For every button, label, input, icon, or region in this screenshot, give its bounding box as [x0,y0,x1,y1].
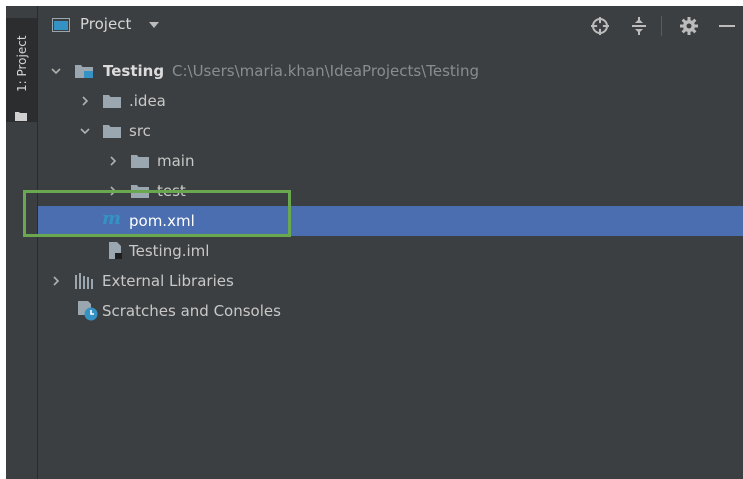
tree-row-main[interactable]: main [38,146,743,176]
gear-icon[interactable] [679,16,699,36]
tree-label-src: src [129,122,151,140]
iml-file-icon [109,242,122,259]
chevron-right-icon[interactable] [107,185,119,197]
tree-label-scratches: Scratches and Consoles [102,302,281,320]
tree-row-pom[interactable]: m pom.xml [38,206,743,236]
tree-row-external-libraries[interactable]: External Libraries [38,266,743,296]
scratches-icon [78,301,98,321]
tree-label-main: main [157,152,195,170]
maven-icon: m [102,208,122,229]
chevron-down-icon[interactable] [50,65,62,77]
locate-icon[interactable] [590,16,610,36]
tree-root-path: C:\Users\maria.khan\IdeaProjects\Testing [172,62,479,80]
header-separator [661,16,662,36]
tree-row-src[interactable]: src [38,116,743,146]
libraries-icon [75,273,93,289]
tree-row-scratches[interactable]: Scratches and Consoles [38,296,743,326]
tree-row-idea[interactable]: .idea [38,86,743,116]
folder-icon [103,125,121,138]
chevron-down-icon[interactable] [79,125,91,137]
tree-row-root[interactable]: Testing C:\Users\maria.khan\IdeaProjects… [38,56,743,86]
caret-down-icon[interactable] [149,22,159,28]
ide-window: 1: Project Project Testing C:\Users\mari… [6,6,743,479]
project-tool-tab[interactable]: 1: Project [6,18,37,122]
folder-icon [131,155,149,168]
tree-label-test: test [157,182,186,200]
tree-label-idea: .idea [129,92,166,110]
folder-icon [15,112,27,121]
folder-icon [131,185,149,198]
tool-window-header: Project [38,6,743,44]
tree-label-external-libraries: External Libraries [102,272,234,290]
chevron-right-icon[interactable] [107,155,119,167]
project-window-icon [52,18,70,32]
folder-icon [75,65,93,78]
folder-icon [103,95,121,108]
tree-row-iml[interactable]: Testing.iml [38,236,743,266]
tree-label-iml: Testing.iml [129,242,210,260]
chevron-right-icon[interactable] [79,95,91,107]
tree-label-pom: pom.xml [129,212,195,230]
tree-label-root: Testing [103,62,165,80]
chevron-right-icon[interactable] [50,275,62,287]
tree-row-test[interactable]: test [38,176,743,206]
tool-window-strip: 1: Project [6,6,38,479]
project-tool-tab-label: 1: Project [15,35,29,92]
tool-window-title[interactable]: Project [80,15,131,33]
hide-icon[interactable] [716,16,736,36]
collapse-all-icon[interactable] [629,16,649,36]
